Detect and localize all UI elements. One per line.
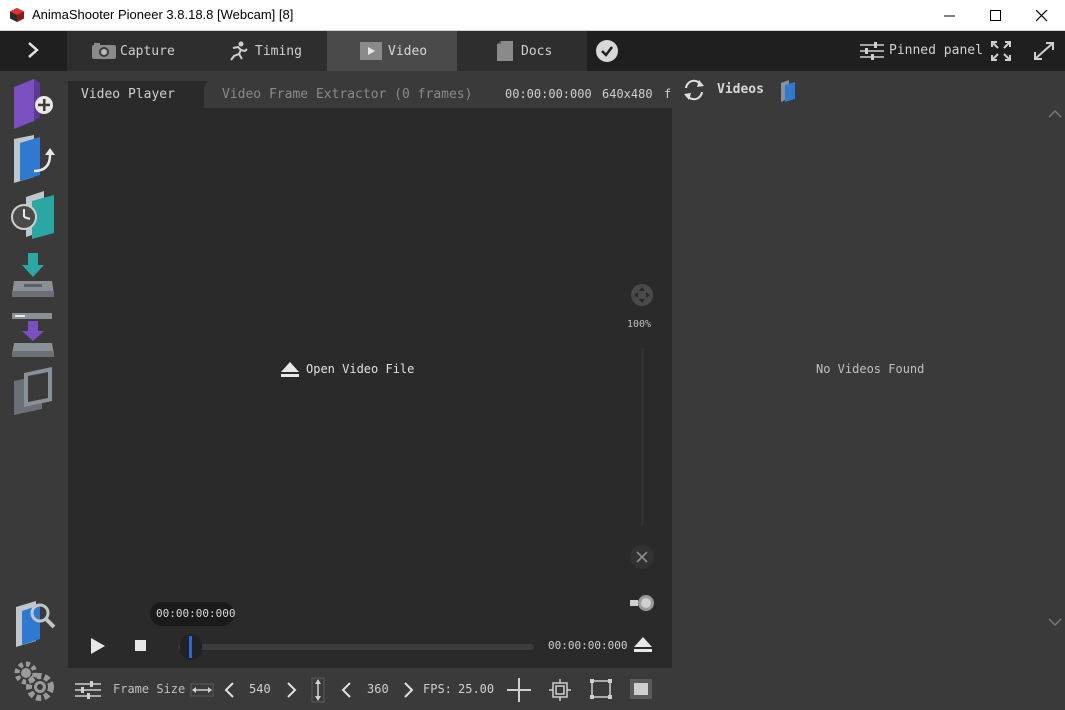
left-sidebar: [0, 71, 67, 710]
eject-button[interactable]: [633, 636, 653, 654]
video-resolution: 640x480: [602, 87, 653, 101]
empty-videos-message: No Videos Found: [816, 362, 925, 376]
maximize-icon: [990, 10, 1001, 21]
frame-size-bar: Frame Size 540 360 FPS: 25.00: [68, 670, 672, 710]
tab-video[interactable]: Video: [327, 31, 457, 71]
scroll-up-icon[interactable]: [1048, 109, 1062, 119]
height-increase-button[interactable]: [403, 681, 415, 699]
width-decrease-button[interactable]: [223, 681, 235, 699]
play-icon: [360, 42, 382, 60]
close-icon: [1036, 10, 1048, 22]
browse-files-button[interactable]: [10, 599, 58, 651]
download-tray-icon: [12, 253, 54, 297]
folder-search-icon: [16, 601, 56, 647]
volume-icon[interactable]: [630, 593, 656, 613]
sidebar-toggle-button[interactable]: [0, 31, 67, 71]
tab-label: Capture: [120, 44, 175, 59]
videos-panel-title: Videos: [717, 82, 764, 97]
close-video-icon[interactable]: [630, 545, 654, 569]
width-arrows-icon: [190, 683, 214, 697]
seek-bar[interactable]: [178, 644, 534, 650]
tab-label: Video Frame Extractor (0 frames): [222, 87, 473, 102]
document-icon: [497, 41, 513, 61]
tab-docs[interactable]: Docs: [457, 31, 587, 71]
gear-icon: [14, 661, 54, 701]
maximize-button[interactable]: [973, 0, 1019, 31]
export-button[interactable]: [10, 311, 58, 363]
fps-label: FPS:: [423, 682, 452, 696]
tab-capture[interactable]: Capture: [67, 31, 197, 71]
minimize-icon: [944, 15, 955, 17]
fullscreen-icon[interactable]: [1032, 40, 1056, 62]
checkmark-icon: [601, 46, 613, 57]
confirm-button[interactable]: [596, 40, 618, 62]
folder-icon[interactable]: [779, 80, 797, 102]
sliders-icon: [860, 42, 884, 60]
frames-button[interactable]: [10, 367, 58, 419]
new-folder-plus-icon: [14, 79, 53, 129]
video-fps-truncated: f: [664, 87, 672, 101]
frame-height-value[interactable]: 360: [367, 682, 389, 696]
refresh-icon[interactable]: [681, 78, 707, 102]
tab-label: Video Player: [81, 87, 175, 102]
chevron-right-icon: [28, 42, 39, 58]
recent-projects-button[interactable]: [10, 191, 58, 243]
solid-frame-icon[interactable]: [630, 679, 652, 699]
stop-button[interactable]: [135, 640, 146, 651]
clock-folder-icon: [11, 191, 54, 239]
seek-handle[interactable]: [180, 634, 202, 660]
minimize-button[interactable]: [927, 0, 973, 31]
open-project-button[interactable]: [10, 135, 58, 187]
eject-icon: [281, 362, 299, 377]
zoom-fit-icon[interactable]: [630, 283, 654, 307]
zoom-level: 100%: [627, 319, 652, 330]
stacked-frames-icon: [14, 367, 52, 415]
frame-width-value[interactable]: 540: [249, 682, 271, 696]
main-tab-bar: Capture Timing Video Docs Pinned panel: [0, 31, 1065, 71]
window-title: AnimaShooter Pioneer 3.8.18.8 [Webcam] […: [32, 7, 294, 22]
tab-frame-extractor[interactable]: Video Frame Extractor (0 frames): [222, 81, 482, 108]
new-project-button[interactable]: [10, 79, 58, 131]
current-time: 00:00:00:000: [156, 607, 236, 620]
zoom-slider[interactable]: [641, 348, 644, 525]
expand-arrows-icon[interactable]: [990, 40, 1012, 62]
title-bar: AnimaShooter Pioneer 3.8.18.8 [Webcam] […: [0, 0, 1065, 31]
frame-size-label: Frame Size: [113, 682, 186, 696]
video-player-area: Open Video File 100% 00:00:00:000 00:00:…: [68, 108, 672, 668]
tab-timing[interactable]: Timing: [197, 31, 327, 71]
import-button[interactable]: [10, 251, 58, 303]
total-time: 00:00:00:000: [548, 639, 628, 652]
player-tab-strip: Video Player Video Frame Extractor (0 fr…: [68, 81, 672, 108]
sliders-icon[interactable]: [75, 681, 101, 699]
video-timecode: 00:00:00:000: [505, 87, 592, 101]
play-button[interactable]: [90, 637, 106, 655]
open-video-file-label: Open Video File: [306, 362, 415, 376]
fps-value[interactable]: 25.00: [458, 682, 494, 696]
tab-video-player[interactable]: Video Player: [68, 81, 208, 108]
tab-label: Video: [388, 44, 428, 59]
height-decrease-button[interactable]: [340, 681, 352, 699]
height-arrows-icon: [311, 677, 325, 703]
running-man-icon: [230, 41, 248, 61]
fit-frame-icon[interactable]: [549, 679, 571, 701]
settings-button[interactable]: [10, 659, 58, 703]
current-time-tooltip: 00:00:00:000: [150, 602, 236, 626]
crosshair-icon[interactable]: [506, 677, 532, 703]
scroll-down-icon[interactable]: [1048, 617, 1062, 627]
width-increase-button[interactable]: [286, 681, 298, 699]
camera-icon: [92, 43, 116, 59]
tab-label: Timing: [255, 44, 302, 59]
crop-frame-icon[interactable]: [590, 679, 612, 699]
close-window-button[interactable]: [1019, 0, 1065, 31]
pinned-panel-label: Pinned panel: [889, 43, 983, 58]
open-folder-arrow-icon: [14, 135, 55, 183]
export-tray-icon: [12, 313, 54, 357]
videos-panel: Videos No Videos Found: [672, 71, 1065, 710]
app-logo-icon: [10, 8, 24, 22]
tab-label: Docs: [521, 44, 553, 59]
